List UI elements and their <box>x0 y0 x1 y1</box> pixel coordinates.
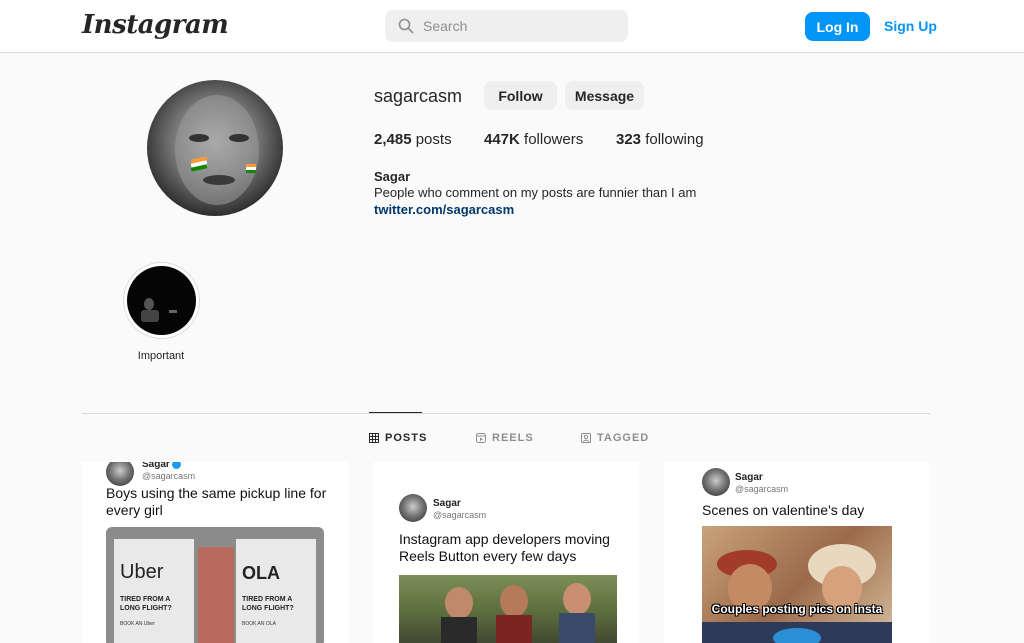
follow-button[interactable]: Follow <box>484 81 557 110</box>
ola-kiosk: OLA TIRED FROM A LONG FLIGHT? BOOK AN OL… <box>236 539 316 643</box>
tab-tagged-label: TAGGED <box>597 432 650 444</box>
post-author-name: Sagar <box>142 462 181 470</box>
following-stat[interactable]: 323 following <box>616 131 704 148</box>
post-author-avatar <box>399 494 427 522</box>
post-author-name: Sagar <box>433 498 461 509</box>
instagram-logo[interactable]: Instagram <box>82 10 229 40</box>
post-text: Boys using the same pickup line for ever… <box>106 485 327 518</box>
post-author-avatar <box>106 462 134 486</box>
ola-book-text: BOOK AN OLA <box>242 621 276 627</box>
post-author-name: Sagar <box>735 472 763 483</box>
followers-label: followers <box>524 131 584 148</box>
profile-photo <box>175 95 259 205</box>
active-tab-indicator <box>369 412 422 413</box>
posts-label: posts <box>415 131 452 148</box>
sign-up-link[interactable]: Sign Up <box>884 18 937 34</box>
tab-posts-label: POSTS <box>385 432 428 444</box>
log-in-button[interactable]: Log In <box>805 12 870 41</box>
followers-count: 447K <box>484 131 520 148</box>
post-image <box>399 575 617 643</box>
followers-stat[interactable]: 447K followers <box>484 131 583 148</box>
post-text: Scenes on valentine's day <box>702 502 865 518</box>
post-text: Instagram app developers moving Reels Bu… <box>399 531 610 564</box>
profile-username: sagarcasm <box>374 86 463 106</box>
top-navigation-bar: Instagram Log In Sign Up <box>0 0 1024 53</box>
ola-ad-text: TIRED FROM A LONG FLIGHT? <box>242 596 294 612</box>
highlight-cover <box>127 266 196 335</box>
post-author-avatar <box>702 468 730 496</box>
tab-reels-label: REELS <box>492 432 534 444</box>
tab-reels[interactable]: REELS <box>476 432 534 444</box>
post-image: Couples posting pics on insta <box>702 526 892 643</box>
verified-badge-icon <box>171 462 181 469</box>
uber-kiosk: Uber TIRED FROM A LONG FLIGHT? BOOK AN U… <box>114 539 194 643</box>
grid-icon <box>369 433 379 443</box>
following-label: following <box>645 131 704 148</box>
tab-tagged[interactable]: TAGGED <box>581 432 649 444</box>
profile-external-link[interactable]: twitter.com/sagarcasm <box>374 202 514 217</box>
search-input[interactable] <box>423 10 618 42</box>
uber-logo-text: Uber <box>120 561 164 583</box>
profile-bio: People who comment on my posts are funni… <box>374 185 697 200</box>
tab-posts[interactable]: POSTS <box>369 432 427 444</box>
post-author-handle: @sagarcasm <box>433 510 487 520</box>
profile-full-name: Sagar <box>374 169 411 184</box>
post-author-handle: @sagarcasm <box>735 484 789 494</box>
post-tile-3[interactable]: Sagar @sagarcasm Scenes on valentine's d… <box>664 462 930 643</box>
image-caption-overlay: Couples posting pics on insta <box>711 602 883 616</box>
post-author-handle: @sagarcasm <box>142 471 196 481</box>
post-tile-1[interactable]: Sagar @sagarcasm Boys using the same pic… <box>82 462 348 643</box>
posts-count-stat: 2,485 posts <box>374 131 452 148</box>
post-image: Uber TIRED FROM A LONG FLIGHT? BOOK AN U… <box>106 527 324 643</box>
highlight-label: Important <box>137 350 185 362</box>
uber-ad-text: TIRED FROM A LONG FLIGHT? <box>120 596 172 612</box>
tagged-icon <box>581 433 591 443</box>
kiosk-middle <box>198 547 234 643</box>
reels-icon <box>476 433 486 443</box>
ola-logo-text: OLA <box>242 563 280 583</box>
post-tile-2[interactable]: Sagar @sagarcasm Instagram app developer… <box>373 462 639 643</box>
profile-avatar[interactable] <box>147 80 283 216</box>
message-button[interactable]: Message <box>565 81 644 110</box>
story-highlight[interactable] <box>123 262 200 339</box>
search-icon <box>398 18 414 34</box>
following-count: 323 <box>616 131 642 148</box>
tabs-divider <box>82 413 930 414</box>
search-box[interactable] <box>385 10 628 42</box>
posts-count: 2,485 <box>374 131 412 148</box>
uber-book-text: BOOK AN Uber <box>120 621 155 627</box>
